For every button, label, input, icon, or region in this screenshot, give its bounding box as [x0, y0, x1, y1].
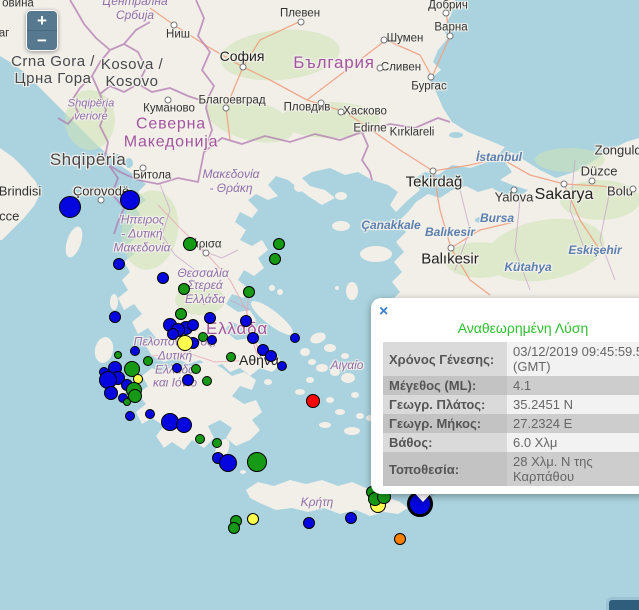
city-dot — [589, 178, 596, 185]
city-dot — [203, 250, 210, 257]
popup-row-value: 28 Χλμ. Ν της Καρπάθου — [507, 452, 639, 486]
close-icon[interactable]: × — [379, 304, 388, 320]
popup-row-value: 4.1 — [507, 376, 639, 395]
city-dot — [428, 74, 435, 81]
earthquake-marker[interactable] — [195, 434, 205, 444]
popup-title: Αναθεωρημένη Λύση — [383, 320, 639, 336]
earthquake-marker[interactable] — [277, 361, 287, 371]
earthquake-marker[interactable] — [394, 533, 406, 545]
earthquake-marker[interactable] — [303, 517, 315, 529]
popup-row-label: Γεωγρ. Πλάτος: — [383, 395, 507, 414]
earthquake-marker[interactable] — [269, 253, 281, 265]
map-container[interactable]: овинаагЦентрална СрбијаНишCrna Gora / Цр… — [0, 0, 639, 610]
city-dot — [448, 245, 455, 252]
popup-row: Γεωγρ. Μήκος:27.2324 E — [383, 414, 639, 433]
popup-row: Τοποθεσία:28 Χλμ. Ν της Καρπάθου — [383, 452, 639, 486]
earthquake-marker[interactable] — [306, 394, 320, 408]
earthquake-marker[interactable] — [240, 315, 252, 327]
earthquake-popup: × Αναθεωρημένη Λύση Χρόνος Γένεσης:03/12… — [371, 298, 639, 494]
popup-row: Βάθος:6.0 Χλμ — [383, 433, 639, 452]
city-dot — [381, 37, 388, 44]
city-dot — [165, 97, 172, 104]
city-dot — [171, 22, 178, 29]
popup-row-value: 35.2451 N — [507, 395, 639, 414]
popup-row-value: 03/12/2019 09:45:59.52 (GMT) — [507, 342, 639, 376]
popup-row-label: Χρόνος Γένεσης: — [383, 342, 507, 376]
earthquake-marker[interactable] — [109, 311, 121, 323]
popup-row: Μέγεθος (ML):4.1 — [383, 376, 639, 395]
earthquake-marker[interactable] — [345, 512, 357, 524]
earthquake-marker[interactable] — [290, 333, 300, 343]
earthquake-marker[interactable] — [130, 346, 140, 356]
earthquake-marker[interactable] — [204, 312, 216, 324]
earthquake-marker[interactable] — [178, 283, 190, 295]
earthquake-marker[interactable] — [104, 386, 118, 400]
popup-row-value: 6.0 Χλμ — [507, 433, 639, 452]
popup-row-label: Τοποθεσία: — [383, 452, 507, 486]
earthquake-marker[interactable] — [157, 272, 169, 284]
city-dot — [240, 64, 247, 71]
earthquake-marker[interactable] — [247, 513, 259, 525]
earthquake-marker[interactable] — [113, 258, 125, 270]
earthquake-marker[interactable] — [175, 308, 187, 320]
attribution-control[interactable] — [606, 597, 639, 610]
earthquake-marker[interactable] — [265, 350, 277, 362]
earthquake-marker[interactable] — [243, 286, 255, 298]
popup-row-label: Μέγεθος (ML): — [383, 376, 507, 395]
city-dot — [318, 100, 325, 107]
earthquake-marker[interactable] — [145, 409, 155, 419]
earthquake-marker[interactable] — [183, 237, 197, 251]
earthquake-marker[interactable] — [187, 319, 199, 331]
earthquake-marker[interactable] — [125, 411, 135, 421]
earthquake-marker[interactable] — [59, 196, 81, 218]
popup-row: Χρόνος Γένεσης:03/12/2019 09:45:59.52 (G… — [383, 342, 639, 376]
city-dot — [630, 186, 637, 193]
earthquake-marker[interactable] — [212, 438, 222, 448]
earthquake-marker[interactable] — [182, 374, 194, 386]
popup-row-value: 27.2324 E — [507, 414, 639, 433]
earthquake-marker[interactable] — [226, 352, 236, 362]
popup-row-label: Γεωγρ. Μήκος: — [383, 414, 507, 433]
earthquake-marker[interactable] — [273, 238, 285, 250]
city-dot — [298, 19, 305, 26]
earthquake-marker[interactable] — [219, 454, 237, 472]
earthquake-marker[interactable] — [247, 332, 259, 344]
popup-row-label: Βάθος: — [383, 433, 507, 452]
earthquake-marker[interactable] — [177, 335, 193, 351]
popup-row: Γεωγρ. Πλάτος:35.2451 N — [383, 395, 639, 414]
city-dot — [98, 197, 105, 204]
earthquake-marker[interactable] — [202, 376, 212, 386]
earthquake-marker[interactable] — [191, 364, 201, 374]
zoom-in-button[interactable]: + — [27, 11, 57, 31]
city-dot — [377, 65, 384, 72]
earthquake-marker[interactable] — [123, 398, 131, 406]
earthquake-marker[interactable] — [114, 351, 122, 359]
zoom-out-button[interactable]: − — [27, 31, 57, 50]
earthquake-marker[interactable] — [207, 335, 217, 345]
city-dot — [443, 10, 450, 17]
city-dot — [223, 105, 230, 112]
city-dot — [430, 168, 437, 175]
city-dot — [561, 181, 568, 188]
city-dot — [338, 109, 345, 116]
earthquake-marker[interactable] — [143, 356, 153, 366]
earthquake-marker[interactable] — [176, 417, 192, 433]
city-dot — [140, 165, 147, 172]
zoom-control: + − — [26, 10, 58, 51]
earthquake-details-table: Χρόνος Γένεσης:03/12/2019 09:45:59.52 (G… — [383, 342, 639, 486]
earthquake-marker[interactable] — [247, 452, 267, 472]
earthquake-marker[interactable] — [172, 363, 182, 373]
earthquake-marker[interactable] — [228, 522, 240, 534]
city-dot — [511, 187, 518, 194]
earthquake-marker[interactable] — [120, 190, 140, 210]
city-dot — [447, 33, 454, 40]
